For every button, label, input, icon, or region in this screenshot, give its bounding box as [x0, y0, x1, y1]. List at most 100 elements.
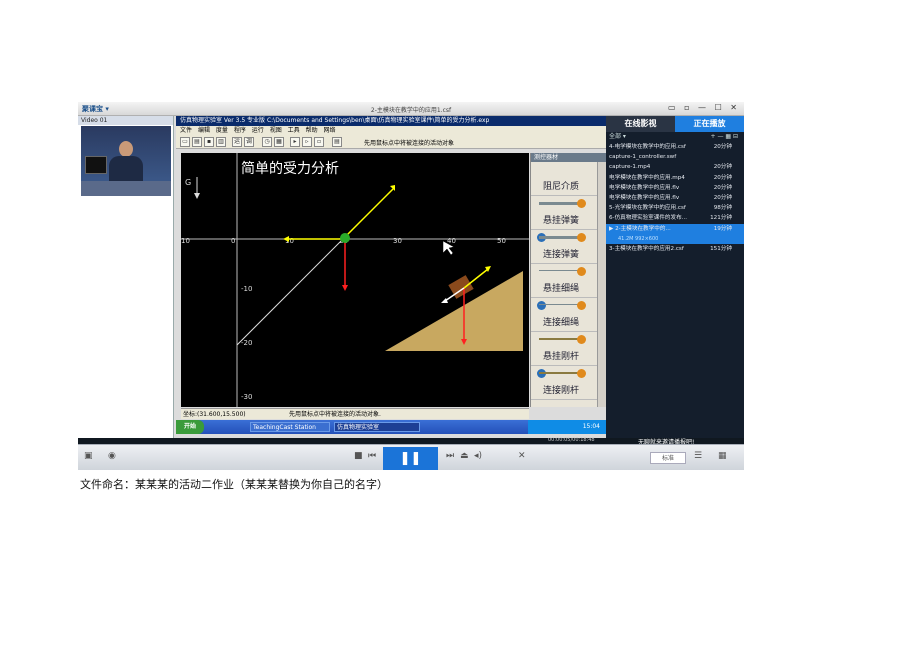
y-tick-1: -20 [241, 339, 252, 347]
step-icon[interactable]: ▹ [302, 137, 312, 147]
menu-edit[interactable]: 编辑 [198, 127, 210, 134]
window-controls[interactable]: ▭ ▫ — ☐ ✕ [668, 103, 740, 112]
palette-label: 阻尼介质 [542, 182, 579, 192]
speed-selector[interactable]: 标准 [650, 452, 686, 464]
list-item[interactable]: 4-电学模块在教学中的应用.csf 20分钟 [606, 142, 744, 152]
open-folder-icon[interactable]: ▤ [192, 137, 202, 147]
start-button[interactable]: 开始 [176, 420, 204, 434]
run-button[interactable]: 运 [232, 137, 242, 147]
stop-icon[interactable]: ▫ [314, 137, 324, 147]
list-item-selected[interactable]: ▶ 2-主模块在教学中的... 19分钟 41.2M 992×600 [606, 223, 744, 244]
force-tension [344, 188, 394, 238]
spring-icon [539, 236, 581, 239]
camera-pane: Video 01 [78, 116, 174, 438]
rope-line [236, 236, 346, 346]
palette-connecting-rope[interactable]: 连接细绳 [531, 298, 606, 332]
palette-scrollbar[interactable] [597, 162, 606, 407]
menu-program[interactable]: 程序 [234, 127, 246, 134]
ball-icon [577, 335, 586, 344]
chart-icon[interactable]: ▦ [274, 137, 284, 147]
suspended-ball[interactable] [340, 233, 350, 243]
list-item[interactable]: 5-光学模块在教学中的应用.csf 98分钟 [606, 203, 744, 213]
playlist: 4-电学模块在教学中的应用.csf 20分钟 capture-1_controll… [606, 142, 744, 254]
calculator-icon[interactable]: ▤ [332, 137, 342, 147]
list-item[interactable]: 6-仿真物理实验室课件的发布... 121分钟 [606, 213, 744, 223]
playlist-actions[interactable]: + — ▦ ⊟ [711, 132, 738, 141]
stop-icon[interactable]: ■ [354, 451, 363, 461]
list-item[interactable]: 电学模块在教学中的应用.mp4 20分钟 [606, 173, 744, 183]
volume-icon[interactable]: ◂) [474, 451, 482, 461]
player-controls: ▣ ◉ ■ ⏮ ❚❚ ⏭ ⏏ ◂) ✕ 标准 ☰ ▦ [78, 444, 744, 470]
force-diagram: 简单的受力分析 G 10 0 10 20 30 40 50 -10 -20 -3… [181, 153, 529, 407]
desk [81, 181, 171, 196]
shuffle-icon[interactable]: ✕ [518, 451, 526, 461]
debug-button[interactable]: 调 [244, 137, 254, 147]
rod-icon [539, 372, 581, 374]
menu-measure[interactable]: 度量 [216, 127, 228, 134]
sim-canvas[interactable]: 简单的受力分析 G 10 0 10 20 30 40 50 -10 -20 -3… [181, 153, 529, 407]
equipment-palette: 测控器材 阻尼介质 悬挂弹簧 连接弹簧 悬挂细绳 连接细绳 悬挂刚杆 连接刚杆 [530, 153, 606, 407]
menu-run[interactable]: 运行 [252, 127, 264, 134]
task-teachingcast[interactable]: TeachingCast Station [250, 422, 330, 432]
tab-online-video[interactable]: 在线影视 [606, 116, 675, 132]
palette-connecting-spring[interactable]: 连接弹簧 [531, 230, 606, 264]
palette-label: 连接刚杆 [542, 386, 579, 396]
coordinate-readout: 坐标:(31.600,15.500) [183, 411, 246, 418]
menu-file[interactable]: 文件 [180, 127, 192, 134]
task-physics-lab[interactable]: 仿真物理实验室 [334, 422, 420, 432]
palette-hanging-rod[interactable]: 悬挂刚杆 [531, 332, 606, 366]
palette-label: 悬挂细绳 [542, 284, 579, 294]
video-label: Video 01 [78, 116, 173, 125]
list-item[interactable]: capture-1.mp4 20分钟 [606, 162, 744, 172]
palette-label: 悬挂弹簧 [542, 216, 579, 226]
new-file-icon[interactable]: ▭ [180, 137, 190, 147]
list-item[interactable]: capture-1_controller.swf [606, 152, 744, 162]
pause-button[interactable]: ❚❚ [383, 447, 438, 470]
sim-menubar: 文件 编辑 度量 程序 运行 视图 工具 帮助 网络 [176, 126, 606, 135]
taskbar-clock: 15:04 [582, 423, 600, 430]
ball-icon [577, 369, 586, 378]
ball-icon [577, 301, 586, 310]
sim-statusbar: 坐标:(31.600,15.500) 先用鼠标点中将被连接的活动对象. [181, 408, 529, 419]
y-tick-2: -30 [241, 393, 252, 401]
x-tick-1: 0 [231, 237, 235, 245]
next-icon[interactable]: ⏭ [446, 451, 454, 461]
list-item[interactable]: 电学模块在教学中的应用.flv 20分钟 [606, 183, 744, 193]
menu-view[interactable]: 视图 [270, 127, 282, 134]
palette-hanging-spring[interactable]: 悬挂弹簧 [531, 196, 606, 230]
eye-icon[interactable]: ◉ [108, 451, 116, 461]
palette-damping[interactable]: 阻尼介质 [531, 162, 606, 196]
ball-icon [577, 233, 586, 242]
window-titlebar: 聚课宝 ▾ 2-主模块在教学中的应用1.csf ▭ ▫ — ☐ ✕ [78, 102, 744, 116]
play-icon[interactable]: ▸ [290, 137, 300, 147]
ball-icon [537, 301, 546, 310]
clock-icon[interactable]: ◷ [262, 137, 272, 147]
settings-icon[interactable]: ▦ [718, 451, 727, 461]
playlist-icon[interactable]: ☰ [694, 451, 702, 461]
list-item[interactable]: 电学模块在教学中的应用.flv 20分钟 [606, 193, 744, 203]
palette-label: 连接细绳 [542, 318, 579, 328]
save-icon[interactable]: ▪ [204, 137, 214, 147]
tab-now-playing[interactable]: 正在播放 [675, 116, 744, 132]
menu-help[interactable]: 帮助 [306, 127, 318, 134]
menu-tools[interactable]: 工具 [288, 127, 300, 134]
teacher-video [81, 126, 171, 196]
menu-network[interactable]: 网络 [324, 127, 336, 134]
rod-icon [539, 338, 581, 340]
x-tick-6: 50 [497, 237, 506, 245]
print-icon[interactable]: ▥ [216, 137, 226, 147]
palette-connecting-rod[interactable]: 连接刚杆 [531, 366, 606, 400]
monitor-icon [85, 156, 107, 174]
list-item[interactable]: 3-主模块在教学中的应用2.csf 151分钟 [606, 244, 744, 254]
toolbar-hint: 先用鼠标点中将被连接的活动对象 [364, 140, 455, 147]
previous-icon[interactable]: ⏮ [368, 451, 376, 461]
notification-icon[interactable]: ▣ [84, 451, 93, 461]
palette-hanging-rope[interactable]: 悬挂细绳 [531, 264, 606, 298]
eject-icon[interactable]: ⏏ [460, 451, 469, 461]
sim-titlebar: 仿真物理实验室 Ver 3.5 专业版 C:\Documents and Set… [176, 116, 606, 126]
rope-icon [539, 270, 581, 271]
canvas-title: 简单的受力分析 [241, 160, 339, 177]
x-tick-4: 30 [393, 237, 402, 245]
filter-all[interactable]: 全部 ▾ [609, 133, 626, 140]
block-normal-head [441, 298, 448, 303]
